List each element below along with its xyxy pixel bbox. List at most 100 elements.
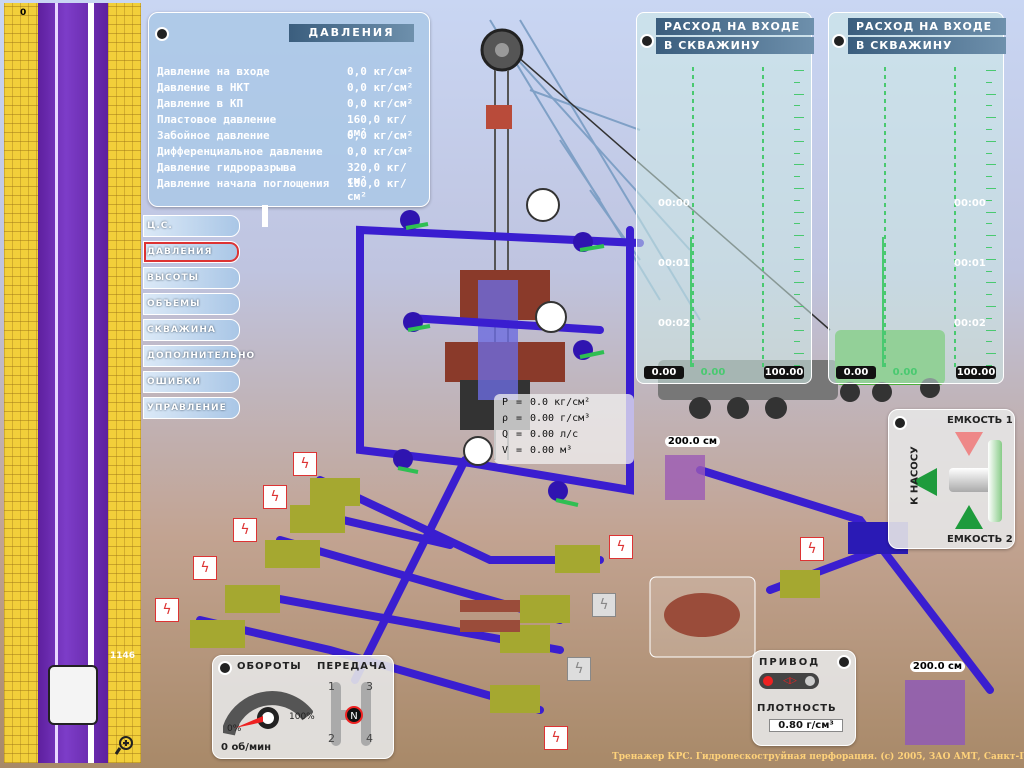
alarm-icon[interactable]: ϟ: [800, 537, 824, 561]
readout-row: V = 0.00 м³: [502, 445, 626, 461]
axis-tick: [986, 105, 992, 107]
alarm-icon[interactable]: ϟ: [193, 556, 217, 580]
chart-gridline: [762, 67, 764, 367]
rpm-gear-panel: ОБОРОТЫ ПЕРЕДАЧА 0% 100% 0 об/мин 1 3 2 …: [212, 655, 394, 759]
density-value[interactable]: 0.80 г/см³: [769, 719, 843, 732]
readout-symbol: Q: [502, 429, 509, 440]
flow-title: РАСХОД НА ВХОДЕ: [656, 18, 814, 35]
panel-toggle-icon[interactable]: [893, 416, 907, 430]
chart-gridline: [692, 67, 694, 367]
axis-tick: [986, 176, 992, 178]
axis-tick: [986, 140, 996, 142]
axis-tick: [794, 235, 804, 237]
readout-row: ρ = 0.00 г/см³: [502, 413, 626, 429]
pressure-rows: Давление на входе 0,0 кг/см² Давление в НК…: [157, 65, 425, 203]
time-label: 00:00: [658, 198, 690, 209]
pressure-value: 0,0 кг/см²: [347, 97, 414, 110]
axis-tick: [794, 105, 800, 107]
alarm-icon[interactable]: ϟ: [544, 726, 568, 750]
panel-toggle-icon[interactable]: [155, 27, 169, 41]
upper-tank: [665, 455, 705, 500]
gear-title: ПЕРЕДАЧА: [317, 661, 387, 672]
pressure-label: Давление в НКТ: [157, 81, 250, 94]
pressure-row: Давление в КП 0,0 кг/см²: [157, 97, 425, 113]
axis-tick: [794, 270, 800, 272]
gear-3[interactable]: 3: [366, 680, 373, 693]
menu-item[interactable]: ДОПОЛНИТЕЛЬНО: [143, 345, 254, 367]
panel-toggle-icon[interactable]: [837, 655, 851, 669]
lower-tank-level: 200.0 см: [910, 661, 965, 672]
gear-4[interactable]: 4: [366, 732, 373, 745]
alarm-icon[interactable]: ϟ: [263, 485, 287, 509]
rpm-value: 0 об/мин: [221, 742, 272, 753]
axis-tick: [794, 93, 804, 95]
axis-tick: [986, 329, 996, 331]
alarm-icon[interactable]: ϟ: [567, 657, 591, 681]
axis-tick: [794, 353, 804, 355]
pressure-value: 0,0 кг/см²: [347, 129, 414, 142]
flow-title: В СКВАЖИНУ: [656, 37, 814, 54]
footer-copyright: Тренажер КРС. Гидропескоструйная перфора…: [612, 752, 1024, 762]
axis-tick: [986, 235, 996, 237]
pressure-label: Забойное давление: [157, 129, 270, 142]
pressure-row: Пластовое давление 160,0 кг/см²: [157, 113, 425, 139]
menu-item[interactable]: ОШИБКИ: [143, 371, 240, 393]
pressure-label: Давление в КП: [157, 97, 244, 110]
pressure-value: 0,0 кг/см²: [347, 145, 414, 158]
gear-1[interactable]: 1: [328, 680, 335, 693]
readout-equals: =: [516, 397, 523, 408]
axis-tick: [986, 70, 996, 71]
readout-row: P = 0.0 кг/см²: [502, 397, 626, 413]
panel-toggle-icon[interactable]: [640, 34, 654, 48]
tank1-arrow-icon[interactable]: [955, 432, 983, 456]
alarm-icon[interactable]: ϟ: [155, 598, 179, 622]
alarm-icon[interactable]: ϟ: [609, 535, 633, 559]
panel-connector: [262, 205, 268, 227]
menu-item[interactable]: Ц.С.: [143, 215, 240, 237]
flow-max-value: 100.00: [956, 366, 996, 379]
gear-2[interactable]: 2: [328, 732, 335, 745]
axis-tick: [986, 270, 992, 272]
flow-min-value: 0.00: [644, 366, 684, 379]
rpm-title: ОБОРОТЫ: [237, 661, 302, 672]
axis-tick: [794, 70, 804, 71]
rpm-pct-max: 100%: [289, 712, 315, 722]
menu-item[interactable]: ДАВЛЕНИЯ: [143, 241, 240, 263]
time-label: 00:02: [954, 318, 986, 329]
readout-value: 0.00 г/см³: [530, 413, 591, 424]
axis-tick: [794, 211, 804, 213]
drive-arrow-icon: ◁▷: [783, 676, 797, 686]
pressure-row: Дифференциальное давление 0,0 кг/см²: [157, 145, 425, 161]
rpm-pct-min: 0%: [227, 724, 242, 734]
to-pump-label: К НАСОСУ: [909, 446, 921, 505]
readout-equals: =: [516, 429, 523, 440]
flow-max-value: 100.00: [764, 366, 804, 379]
flow-title: РАСХОД НА ВХОДЕ: [848, 18, 1006, 35]
readout-rows: P = 0.0 кг/см² ρ = 0.00 г/см³ Q = 0.00 л/с V = 0.00…: [494, 394, 634, 464]
readout-row: Q = 0.00 л/с: [502, 429, 626, 445]
alarm-icon[interactable]: ϟ: [592, 593, 616, 617]
menu-item[interactable]: СКВАЖИНА: [143, 319, 240, 341]
panel-toggle-icon[interactable]: [218, 661, 232, 675]
alarm-icon[interactable]: ϟ: [233, 518, 257, 542]
pressure-label: Давление на входе: [157, 65, 270, 78]
axis-tick: [986, 81, 992, 83]
menu-item[interactable]: ВЫСОТЫ: [143, 267, 240, 289]
axis-tick: [986, 188, 996, 189]
pressure-label: Дифференциальное давление: [157, 145, 323, 158]
pressure-row: Давление на входе 0,0 кг/см²: [157, 65, 425, 81]
panel-toggle-icon[interactable]: [832, 34, 846, 48]
tank-valve-panel: ЕМКОСТЬ 1 К НАСОСУ ЕМКОСТЬ 2: [888, 409, 1015, 549]
gear-shifter[interactable]: 1 3 2 4 N: [317, 678, 383, 750]
menu-item[interactable]: УПРАВЛЕНИЕ: [143, 397, 240, 419]
drive-density-panel: ПРИВОД ◁▷ ПЛОТНОСТЬ 0.80 г/см³: [752, 650, 856, 746]
gear-neutral-knob[interactable]: N: [345, 706, 363, 724]
menu-item[interactable]: ОБЪЕМЫ: [143, 293, 240, 315]
axis-tick: [794, 247, 800, 248]
tank2-arrow-icon[interactable]: [955, 505, 983, 529]
tee-valve-stem: [988, 440, 1002, 522]
axis-tick: [794, 294, 800, 296]
drive-toggle[interactable]: ◁▷: [759, 673, 819, 689]
alarm-icon[interactable]: ϟ: [293, 452, 317, 476]
pressure-row: Давление в НКТ 0,0 кг/см²: [157, 81, 425, 97]
